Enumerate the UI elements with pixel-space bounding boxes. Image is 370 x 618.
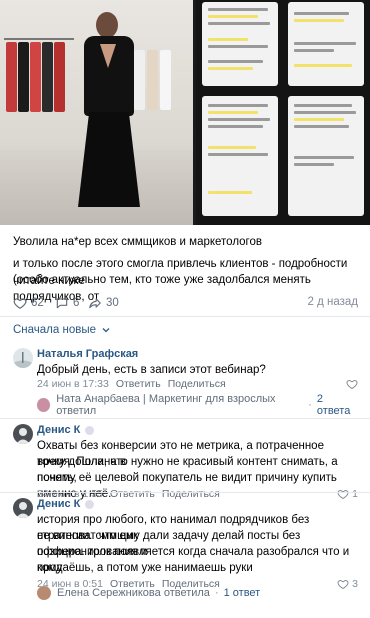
post-date[interactable]: 2 д назад — [308, 296, 359, 308]
comment-text: Добрый день, есть в записи этот вебинар? — [37, 364, 266, 376]
comments-sort-dropdown[interactable]: Сначала новые — [13, 324, 112, 336]
thread-count[interactable]: 2 ответа — [317, 393, 357, 417]
avatar[interactable] — [13, 498, 33, 518]
comments-count: 6 — [73, 297, 80, 309]
comment-text-line: продаёшь, а потом уже нанимаешь руки — [37, 562, 253, 574]
verified-badge-icon — [85, 425, 95, 435]
like-button[interactable]: 62 — [13, 293, 44, 313]
person-figure — [78, 12, 140, 207]
post-photo-main[interactable] — [0, 0, 193, 225]
post-body-line-2: (особо актуально тем, кто тоже уже задол… — [13, 274, 311, 303]
thread-count[interactable]: 1 ответ — [224, 587, 261, 599]
shares-count: 30 — [106, 297, 119, 309]
share-comment-button[interactable]: Поделиться — [168, 378, 226, 390]
avatar[interactable] — [13, 348, 33, 368]
comment-item: Денис К Охваты без конверсии это не метр… — [13, 424, 361, 500]
replies-thread[interactable]: Елена Сережникова ответила · 1 ответ — [37, 584, 357, 602]
post-headline: Уволила на*ер всех смм­щиков и маркетоло… — [13, 236, 263, 248]
verified-badge-icon — [85, 499, 95, 509]
reply-avatar — [37, 586, 51, 600]
comment-icon — [56, 298, 68, 309]
thread-author: Ната Анарбаева | Маркетинг для взрослых … — [56, 393, 276, 417]
chat-screenshot-4 — [288, 96, 364, 216]
comment-author[interactable]: Денис К — [37, 498, 95, 510]
reply-button[interactable]: Ответить — [116, 378, 161, 390]
comment-divider — [0, 492, 370, 493]
clothing-rack — [4, 38, 74, 128]
post-reactions-bar: 62 6 30 2 д назад — [13, 293, 358, 313]
chat-screenshot-1 — [202, 2, 278, 86]
section-divider — [0, 316, 370, 317]
clothing-rack-right — [134, 50, 189, 130]
replies-thread[interactable]: Ната Анарбаева | Маркетинг для взрослых … — [37, 393, 357, 417]
chevron-down-icon — [102, 328, 110, 333]
comment-author[interactable]: Наталья Графская — [37, 348, 138, 360]
thread-author: Елена Сережникова ответила — [57, 587, 210, 599]
likes-count: 62 — [31, 297, 44, 309]
comment-time[interactable]: 24 июн в 17:33 — [37, 378, 109, 390]
heart-icon — [13, 298, 27, 309]
share-button[interactable]: 30 — [88, 293, 119, 313]
comment-meta: 24 июн в 17:33 Ответить Поделиться — [37, 378, 226, 390]
comment-item: Денис К история про любого, кто нанимал … — [13, 498, 361, 598]
chat-screenshot-2 — [288, 2, 364, 86]
avatar[interactable] — [13, 424, 33, 444]
comment-author[interactable]: Денис К — [37, 424, 95, 436]
share-icon — [89, 298, 101, 309]
comment-divider — [0, 418, 370, 419]
comment-button[interactable]: 6 — [55, 293, 79, 313]
like-icon — [346, 379, 358, 390]
reply-avatar — [37, 398, 51, 412]
post-gallery[interactable] — [0, 0, 370, 225]
chat-screenshots[interactable] — [196, 0, 370, 225]
sort-label: Сначала новые — [13, 324, 97, 336]
chat-screenshot-3 — [202, 96, 278, 216]
comment-like-button[interactable] — [346, 378, 358, 390]
